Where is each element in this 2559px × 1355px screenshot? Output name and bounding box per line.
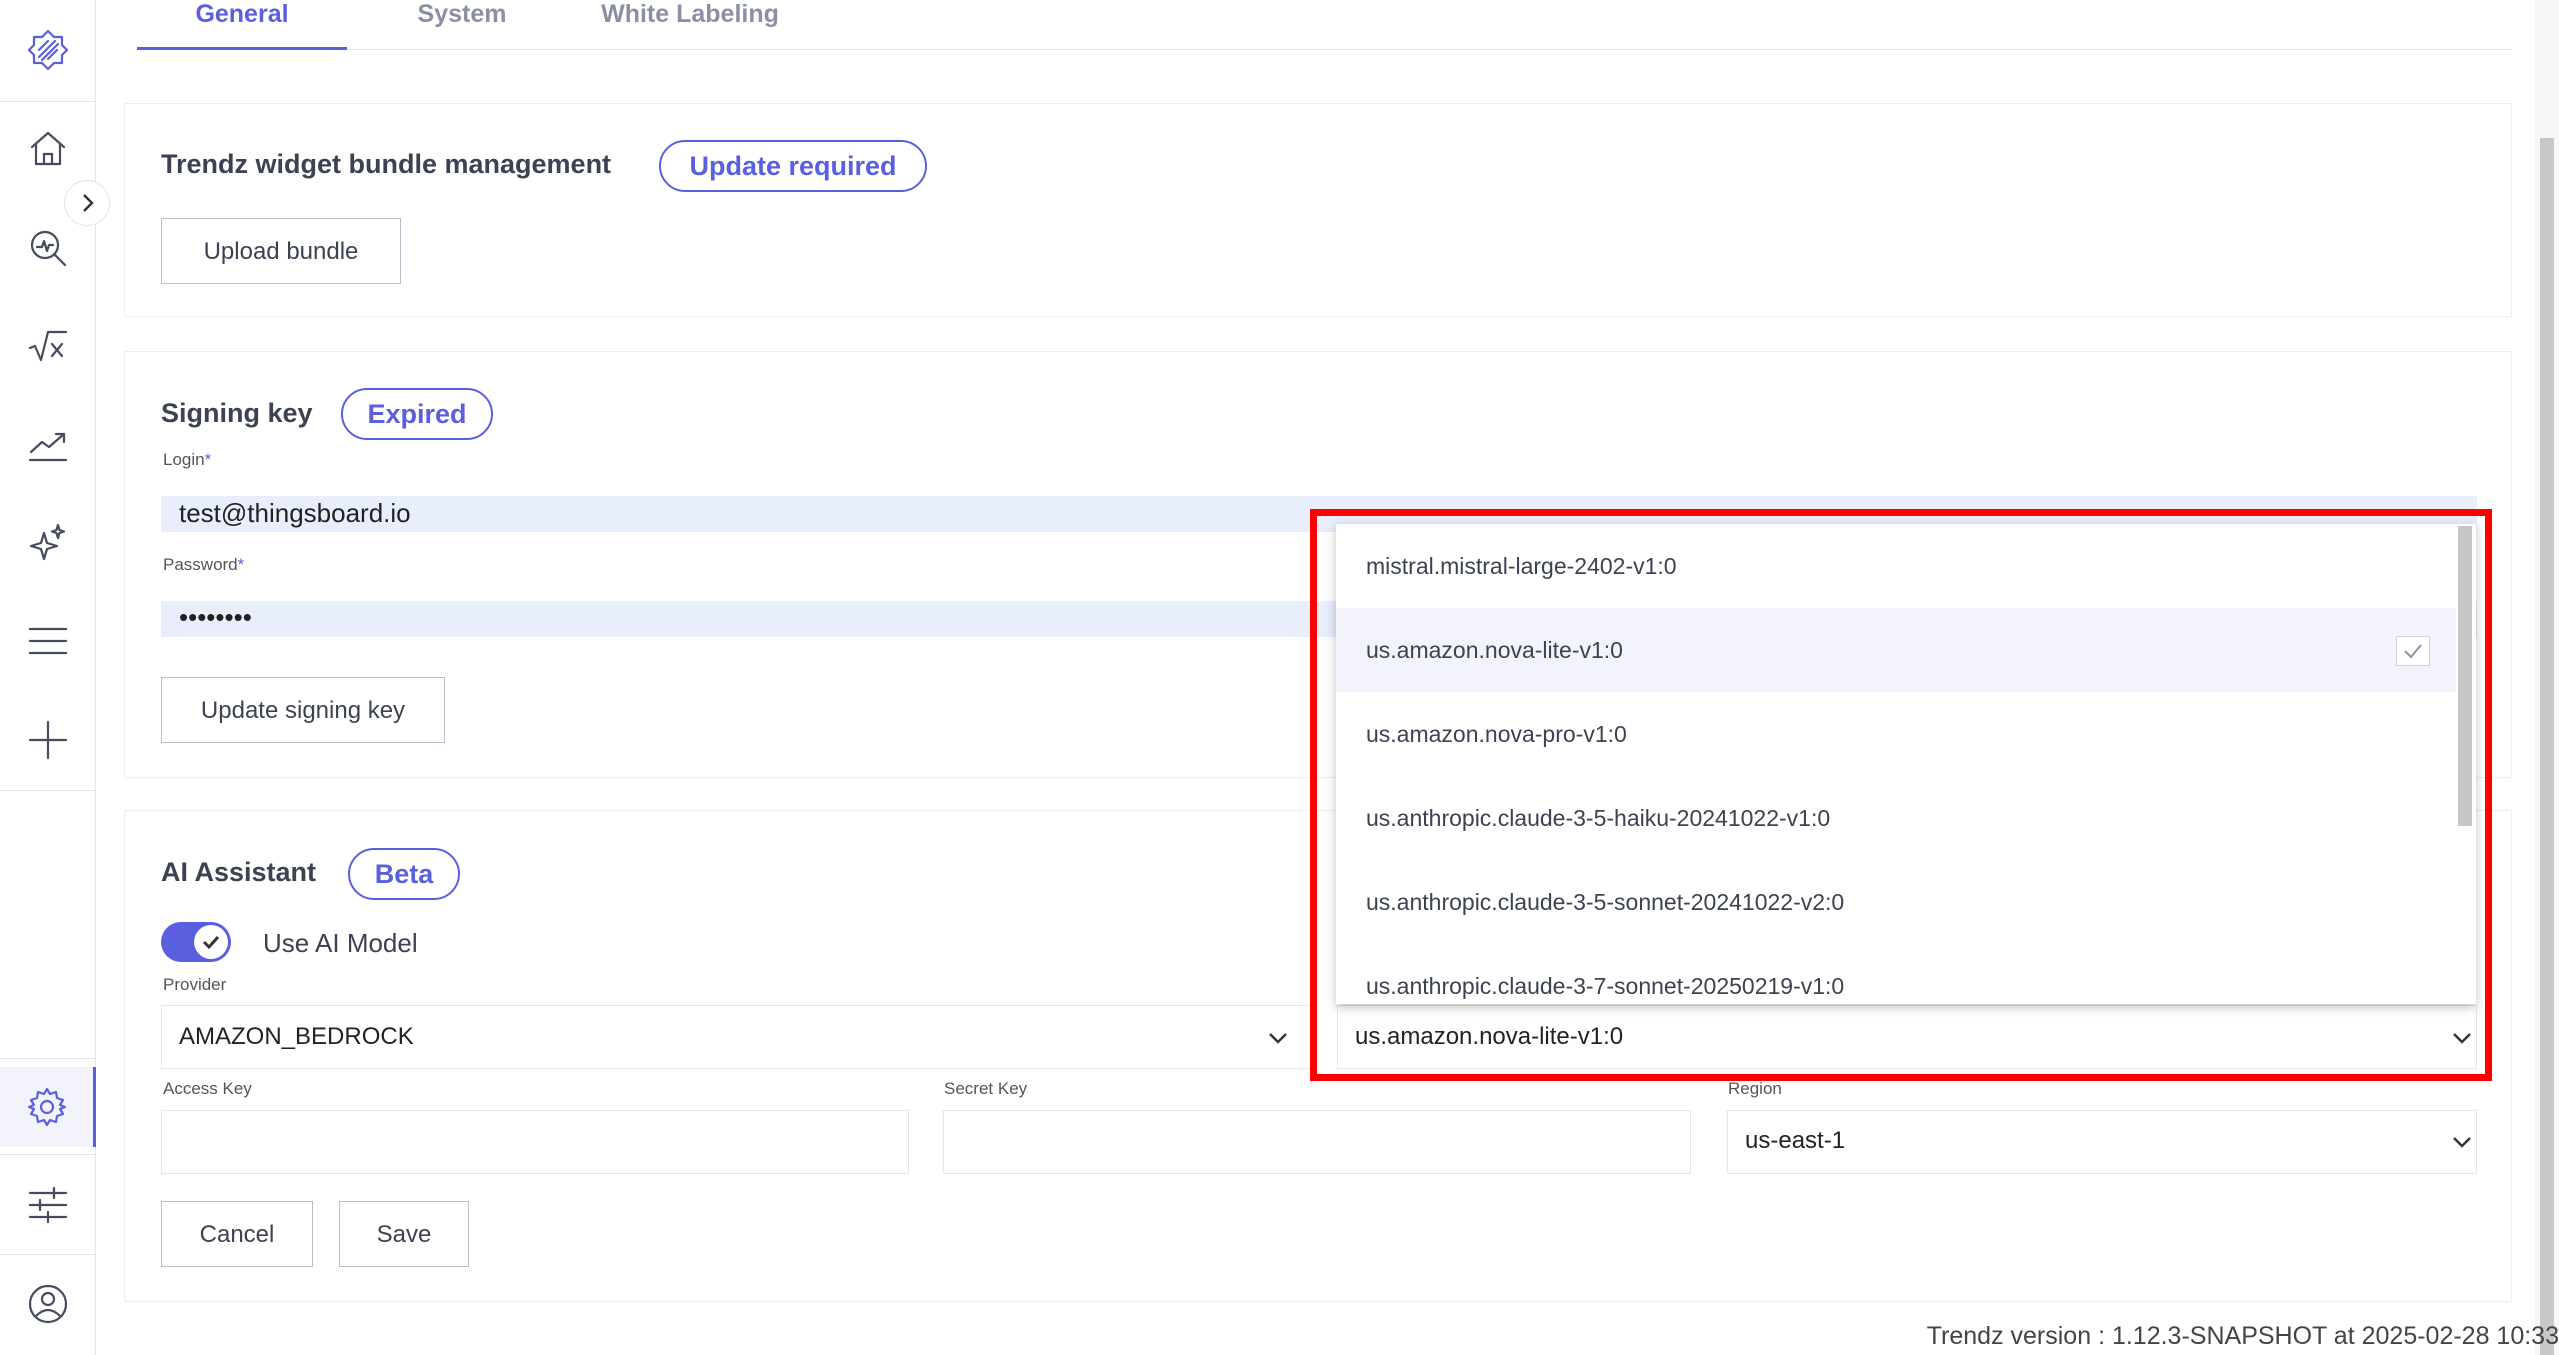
expand-sidebar-button[interactable] <box>64 180 110 226</box>
access-key-label: Access Key <box>163 1079 252 1098</box>
trend-icon[interactable] <box>0 404 96 484</box>
expired-badge: Expired <box>341 388 493 440</box>
provider-value: AMAZON_BEDROCK <box>179 1023 414 1050</box>
upload-bundle-button[interactable]: Upload bundle <box>161 218 401 284</box>
provider-label: Provider <box>163 975 227 994</box>
settings-icon[interactable] <box>0 1067 96 1147</box>
ai-sparkle-icon[interactable] <box>0 503 96 583</box>
password-label: Password* <box>163 555 245 574</box>
chevron-down-icon <box>1267 1027 1289 1049</box>
secret-key-label: Secret Key <box>944 1079 1028 1098</box>
tab-general[interactable]: General <box>137 0 347 50</box>
bundle-card-title: Trendz widget bundle management <box>161 149 612 179</box>
login-label: Login* <box>163 450 212 469</box>
calculation-icon[interactable] <box>0 306 96 386</box>
ai-card-title: AI Assistant <box>161 857 317 887</box>
tab-system[interactable]: System <box>382 0 542 50</box>
login-value: test@thingsboard.io <box>179 498 411 528</box>
page-scrollbar[interactable] <box>2535 0 2559 1355</box>
add-icon[interactable] <box>0 700 96 780</box>
highlight-annotation-box <box>1310 509 2492 1081</box>
save-button[interactable]: Save <box>339 1201 469 1267</box>
sliders-icon[interactable] <box>0 1165 96 1245</box>
menu-icon[interactable] <box>0 601 96 681</box>
bundle-management-card: Trendz widget bundle management Update r… <box>124 103 2512 317</box>
use-ai-model-toggle[interactable] <box>161 922 231 962</box>
region-value: us-east-1 <box>1745 1127 1846 1154</box>
home-icon[interactable] <box>0 109 96 189</box>
settings-tabs: General System White Labeling <box>137 0 2511 50</box>
cancel-button[interactable]: Cancel <box>161 1201 313 1267</box>
update-required-badge: Update required <box>659 140 927 192</box>
version-footer: Trendz version : 1.12.3-SNAPSHOT at 2025… <box>1926 1322 2559 1350</box>
region-label: Region <box>1728 1079 1782 1098</box>
chevron-right-icon <box>83 194 94 212</box>
password-value: •••••••• <box>179 602 252 632</box>
update-signing-key-button[interactable]: Update signing key <box>161 677 445 743</box>
tab-white-labeling[interactable]: White Labeling <box>570 0 810 50</box>
signing-card-title: Signing key <box>161 398 313 428</box>
secret-key-input[interactable] <box>943 1110 1691 1174</box>
page-scrollbar-thumb[interactable] <box>2540 138 2554 1355</box>
account-icon[interactable] <box>0 1264 96 1344</box>
access-key-input[interactable] <box>161 1110 909 1174</box>
check-icon <box>202 935 220 950</box>
chevron-down-icon <box>2451 1131 2473 1153</box>
beta-badge: Beta <box>348 848 460 900</box>
use-ai-model-label: Use AI Model <box>263 928 418 958</box>
logo-icon[interactable] <box>0 10 96 90</box>
